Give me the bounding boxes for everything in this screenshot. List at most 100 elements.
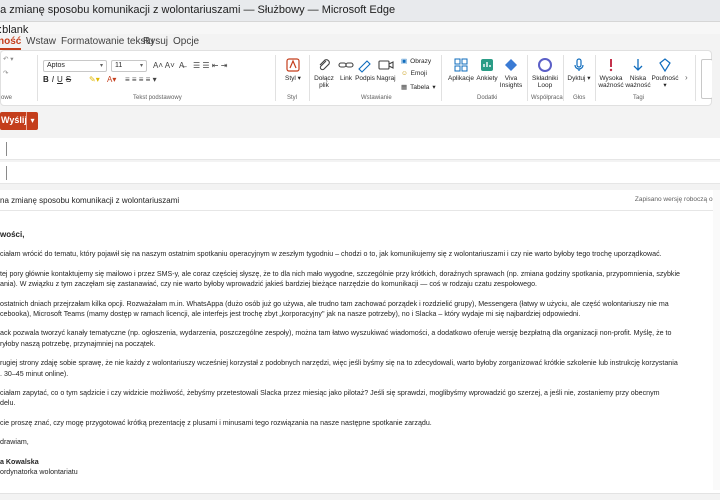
paragraph: ack pozwala tworzyć kanały tematyczne (n… xyxy=(0,329,672,348)
group-label-tags: Tagi xyxy=(633,95,645,101)
sensitivity-icon xyxy=(659,58,671,73)
highlight-icon[interactable]: ✎▾ xyxy=(89,75,100,84)
apps-label: Aplikacje xyxy=(447,75,474,82)
align-icons[interactable]: ≡ ≡ ≡ ≡ ▾ xyxy=(125,75,157,84)
signature-button[interactable]: Podpis xyxy=(355,57,375,82)
tab-home[interactable]: ność xyxy=(0,36,22,50)
link-icon xyxy=(338,62,354,68)
group-label-clipboard: owe xyxy=(1,95,13,101)
emoji-label: Emoji xyxy=(410,70,427,77)
message-body[interactable]: wości, ciałam wrócić do tematu, który po… xyxy=(0,230,716,478)
record-label: Nagraj xyxy=(376,75,396,82)
font-color-icon[interactable]: A▾ xyxy=(107,75,116,84)
cc-field[interactable] xyxy=(0,162,720,184)
loop-button[interactable]: Składniki Loop xyxy=(531,57,559,89)
group-divider xyxy=(595,55,596,101)
high-importance-button[interactable]: Wysoka ważność xyxy=(597,57,625,89)
group-label-basic-text: Tekst podstawowy xyxy=(133,95,182,101)
group-divider xyxy=(441,55,442,101)
bold-italic-underline[interactable]: B I U S xyxy=(43,75,71,84)
paragraph: ostatnich dniach przejrzałam kilka opcji… xyxy=(0,299,669,319)
signature-icon xyxy=(358,60,371,73)
low-importance-label: Niska ważność xyxy=(625,75,651,89)
group-label-style: Styl xyxy=(287,95,298,101)
signature-label: Podpis xyxy=(355,75,375,82)
group-divider xyxy=(527,55,528,101)
paragraph: cie proszę znać, czy mogę przygotować kr… xyxy=(0,418,432,427)
chevron-down-icon: ▾ xyxy=(139,63,143,69)
chevron-down-icon[interactable]: ▾ xyxy=(26,112,38,130)
signature-role: ordynatorka wolontariatu xyxy=(0,468,78,477)
redo-icon[interactable]: ↷ xyxy=(3,69,8,77)
font-grow-shrink-icon[interactable]: A˄ A˅ xyxy=(153,61,175,70)
vertical-scrollbar[interactable] xyxy=(713,190,720,490)
loop-label: Składniki Loop xyxy=(531,75,558,89)
chevron-down-icon: ▾ xyxy=(99,63,103,69)
group-label-collab: Współpraca xyxy=(531,95,563,101)
dictate-button[interactable]: Dyktuj ▾ xyxy=(567,57,591,82)
high-importance-label: Wysoka ważność xyxy=(598,75,624,89)
microphone-icon xyxy=(574,58,584,71)
subject-input[interactable]: na zmianę sposobu komunikacji z wolontar… xyxy=(0,196,179,205)
send-button[interactable]: Wyślij ▾ xyxy=(0,112,38,130)
field-divider xyxy=(6,142,7,156)
tab-options[interactable]: Opcje xyxy=(173,36,199,47)
font-size-select[interactable]: 11 ▾ xyxy=(111,60,147,72)
emoji-icon: ☺ xyxy=(401,70,408,77)
emoji-button[interactable]: ☺ Emoji xyxy=(401,70,427,77)
draft-status: Zapisano wersję roboczą o 0 xyxy=(634,196,718,203)
attach-label: Dołącz plik xyxy=(314,75,334,89)
window-titlebar: na zmianę sposobu komunikacji z wolontar… xyxy=(0,0,720,22)
dictate-label: Dyktuj xyxy=(567,75,586,82)
signature-name: a Kowalska xyxy=(0,457,39,466)
window-title: na zmianę sposobu komunikacji z wolontar… xyxy=(0,4,396,16)
font-name-select[interactable]: Aptos ▾ xyxy=(43,60,107,72)
chevron-right-icon[interactable]: › xyxy=(685,73,688,82)
insights-label: Viva Insights xyxy=(499,75,523,89)
table-icon: ▦ xyxy=(401,84,408,91)
viva-insights-icon xyxy=(505,59,517,71)
group-label-addins: Dodatki xyxy=(477,95,498,101)
paperclip-icon xyxy=(319,59,330,71)
font-name-value: Aptos xyxy=(47,62,65,69)
send-label: Wyślij xyxy=(1,115,27,125)
closing: drawiam, xyxy=(0,438,29,447)
list-icons[interactable]: ☰ ☰ ⇤ ⇥ xyxy=(193,61,227,70)
send-row: Wyślij ▾ xyxy=(0,112,720,134)
table-button[interactable]: ▦ Tabela ▾ xyxy=(401,83,436,92)
loop-icon xyxy=(538,58,552,72)
ribbon-tabs: ność Wstaw Formatowanie tekstu Rysuj Opc… xyxy=(0,34,720,50)
images-label: Obrazy xyxy=(410,57,432,65)
group-label-voice: Głos xyxy=(573,95,586,101)
clear-format-icon[interactable]: A̶ xyxy=(179,61,184,70)
viva-insights-button[interactable]: Viva Insights xyxy=(499,57,523,89)
tab-format-text[interactable]: Formatowanie tekstu xyxy=(61,36,154,47)
to-field[interactable] xyxy=(0,138,720,160)
style-icon xyxy=(286,58,300,72)
video-record-icon xyxy=(378,60,394,70)
undo-icon[interactable]: ↶ ▾ xyxy=(3,55,14,63)
subject-divider xyxy=(0,210,720,211)
paragraph: tej pory głównie kontaktujemy się mailow… xyxy=(0,269,680,289)
attach-file-button[interactable]: Dołącz plik xyxy=(311,57,337,89)
horizontal-scrollbar[interactable] xyxy=(0,493,720,500)
paragraph: ciałam wrócić do tematu, który pojawił s… xyxy=(0,250,662,259)
link-button[interactable]: Link xyxy=(337,57,355,82)
polls-button[interactable]: Ankiety xyxy=(475,57,499,82)
images-button[interactable]: ▣ Obrazy xyxy=(401,57,432,66)
style-button[interactable]: Styl ▾ xyxy=(281,57,305,82)
sensitivity-button[interactable]: Poufność ▾ xyxy=(651,57,679,89)
group-divider xyxy=(275,55,276,101)
greeting: wości, xyxy=(0,230,25,239)
group-divider xyxy=(37,55,38,101)
ribbon-scroll xyxy=(712,50,720,106)
low-importance-button[interactable]: Niska ważność xyxy=(625,57,651,89)
compose-area: na zmianę sposobu komunikacji z wolontar… xyxy=(0,190,720,500)
record-button[interactable]: Nagraj xyxy=(375,57,397,82)
image-icon: ▣ xyxy=(401,58,408,65)
tab-draw[interactable]: Rysuj xyxy=(143,36,168,47)
font-size-value: 11 xyxy=(115,62,123,69)
apps-button[interactable]: Aplikacje xyxy=(447,57,475,82)
tab-insert[interactable]: Wstaw xyxy=(26,36,56,47)
link-label: Link xyxy=(340,75,352,82)
